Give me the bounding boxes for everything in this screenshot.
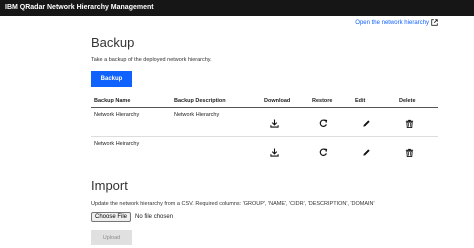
table-row: Network Heirarchy: [91, 137, 438, 165]
delete-icon[interactable]: [404, 118, 414, 128]
open-network-hierarchy-link[interactable]: Open the network hierarchy: [355, 19, 438, 26]
column-header-download: Download: [264, 98, 291, 104]
download-icon[interactable]: [269, 147, 279, 157]
file-picker: Choose File No file chosen: [91, 212, 173, 222]
backup-name-cell: Network Heirarchy: [94, 141, 140, 147]
download-icon[interactable]: [269, 118, 279, 128]
restore-icon[interactable]: [318, 147, 328, 157]
backup-name-cell: Network Hierarchy: [94, 112, 140, 118]
column-header-delete: Delete: [399, 98, 416, 104]
table-row: Network Hierarchy Network Hierarchy: [91, 108, 438, 137]
edit-icon[interactable]: [361, 147, 371, 157]
column-header-backup-description: Backup Description: [174, 98, 226, 104]
table-header: Backup Name Backup Description Download …: [91, 96, 438, 108]
external-link-icon: [431, 19, 438, 26]
import-section-title: Import: [91, 178, 128, 193]
file-status-text: No file chosen: [135, 214, 174, 220]
backup-section-title: Backup: [91, 35, 135, 50]
upload-button[interactable]: Upload: [91, 230, 132, 245]
choose-file-button[interactable]: Choose File: [91, 212, 132, 222]
top-bar: IBM QRadar Network Hierarchy Management: [0, 0, 474, 16]
delete-icon[interactable]: [404, 147, 414, 157]
column-header-edit: Edit: [355, 98, 366, 104]
restore-icon[interactable]: [318, 118, 328, 128]
backups-table: Backup Name Backup Description Download …: [91, 96, 438, 165]
app-title: IBM QRadar Network Hierarchy Management: [5, 4, 154, 11]
open-network-hierarchy-label: Open the network hierarchy: [355, 19, 429, 26]
column-header-restore: Restore: [312, 98, 333, 104]
import-description: Update the network hierarchy from a CSV.…: [91, 201, 375, 207]
edit-icon[interactable]: [361, 118, 371, 128]
column-header-backup-name: Backup Name: [94, 98, 131, 104]
backup-button[interactable]: Backup: [91, 71, 132, 87]
backup-description-cell: Network Hierarchy: [174, 112, 220, 118]
backup-description: Take a backup of the deployed network hi…: [91, 57, 212, 63]
